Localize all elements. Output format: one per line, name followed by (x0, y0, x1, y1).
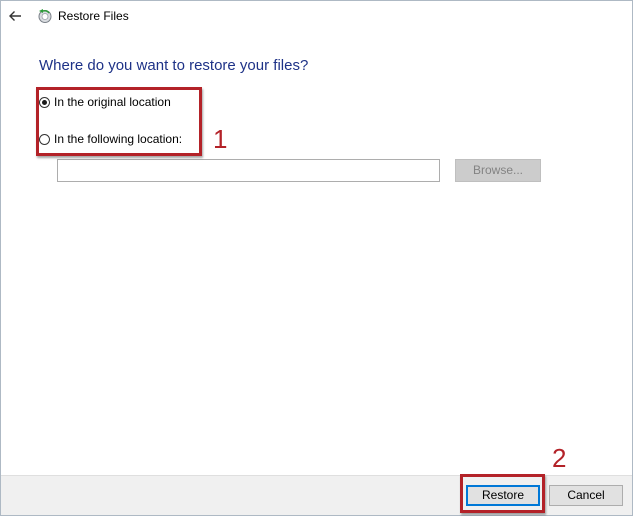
restore-files-icon (37, 8, 53, 24)
back-arrow-icon[interactable] (7, 8, 23, 24)
callout-number-1: 1 (213, 124, 228, 154)
browse-button[interactable]: Browse... (455, 159, 541, 182)
callout-highlight-restore (460, 474, 545, 513)
page-heading: Where do you want to restore your files? (39, 57, 309, 74)
callout-highlight-options (36, 87, 202, 156)
cancel-button[interactable]: Cancel (549, 485, 623, 506)
location-path-input[interactable] (57, 159, 440, 182)
callout-number-2: 2 (552, 443, 567, 473)
window-title: Restore Files (58, 9, 129, 23)
restore-files-window: Restore Files Where do you want to resto… (0, 0, 633, 516)
